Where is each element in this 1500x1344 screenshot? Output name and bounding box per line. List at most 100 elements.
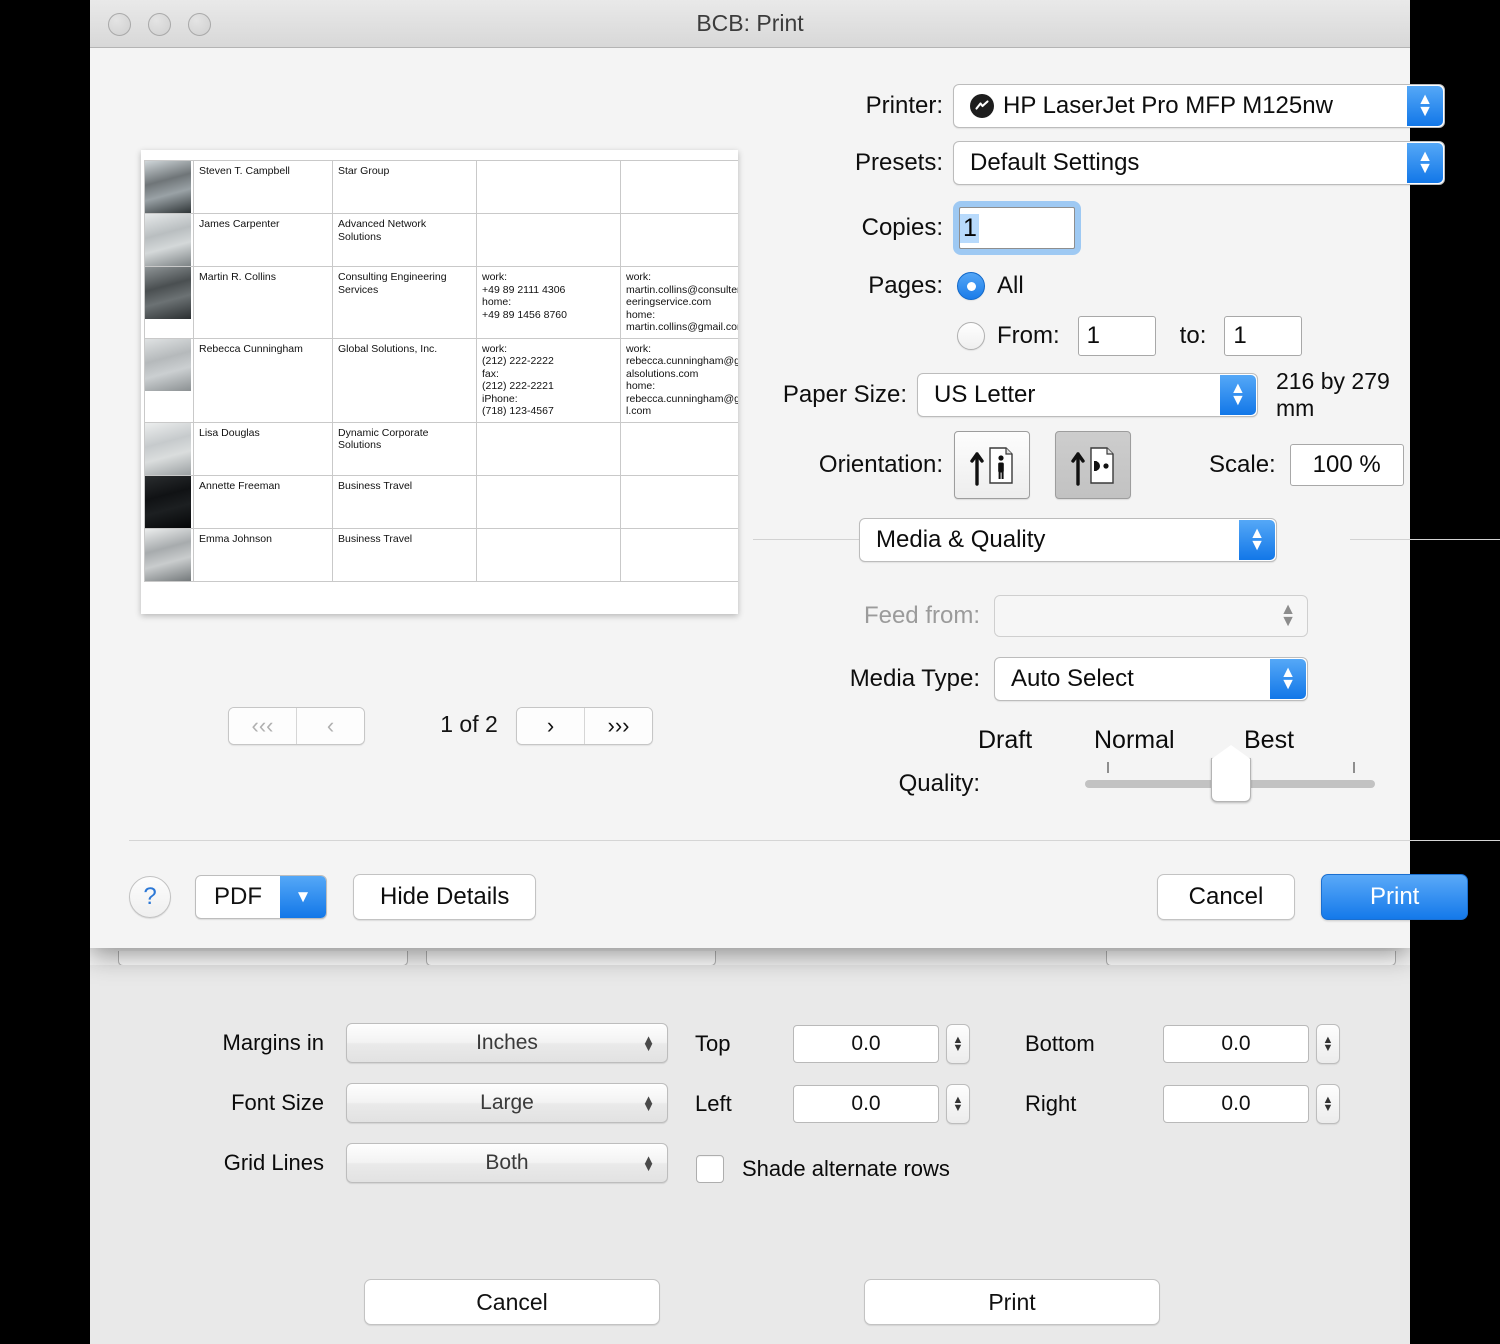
pager-prev-label: ‹ <box>327 713 334 739</box>
scale-input[interactable]: 100 % <box>1290 444 1404 486</box>
row-name-cell: Lisa Douglas <box>194 422 333 475</box>
pager-next-button[interactable]: › <box>517 708 584 744</box>
chevron-updown-icon: ▲▼ <box>1270 597 1306 635</box>
help-button[interactable]: ? <box>129 876 171 918</box>
font-size-row: Font Size Large ▲▼ <box>174 1083 668 1123</box>
pager-last-button[interactable]: ››› <box>584 708 652 744</box>
quality-tick-label-best: Best <box>1244 726 1294 755</box>
margin-top-stepper[interactable]: ▲▼ <box>946 1024 970 1064</box>
pages-from-value: 1 <box>1087 322 1100 350</box>
pages-range-row: From: 1 to: 1 <box>957 316 1302 356</box>
margin-right-input[interactable]: 0.0 <box>1163 1085 1309 1123</box>
pager-first-label: ‹‹‹ <box>252 713 274 739</box>
chevron-down-icon[interactable]: ▼ <box>280 876 326 918</box>
grid-lines-value: Both <box>485 1151 528 1175</box>
background-cancel-button[interactable]: Cancel <box>364 1279 660 1325</box>
margins-unit-select[interactable]: Inches ▲▼ <box>346 1023 668 1063</box>
hide-details-button[interactable]: Hide Details <box>353 874 536 920</box>
person-on-street-photo <box>145 267 191 319</box>
window-controls <box>108 13 211 36</box>
woman-in-white-coat-photo <box>145 529 191 581</box>
row-name-cell: Martin R. Collins <box>194 267 333 339</box>
cut-off-field-2[interactable] <box>426 951 716 966</box>
row-name-cell: Rebecca Cunningham <box>194 338 333 422</box>
pages-from-input[interactable]: 1 <box>1078 316 1156 356</box>
footer-divider <box>129 840 1500 841</box>
pages-all-radio[interactable] <box>957 272 985 300</box>
minimize-button[interactable] <box>148 13 171 36</box>
quality-tick-best <box>1353 762 1355 773</box>
margin-top-label: Top <box>695 1031 755 1057</box>
media-type-row: Media Type: Auto Select ▲▼ <box>750 657 1308 701</box>
presets-select[interactable]: Default Settings ▲▼ <box>953 141 1445 185</box>
pdf-label: PDF <box>196 876 280 918</box>
paper-size-select[interactable]: US Letter ▲▼ <box>917 373 1258 417</box>
paper-dimensions: 216 by 279 mm <box>1276 368 1410 422</box>
row-photo-cell <box>145 267 194 339</box>
margin-top-input[interactable]: 0.0 <box>793 1025 939 1063</box>
quality-slider[interactable] <box>1085 780 1375 788</box>
orientation-portrait-button[interactable] <box>954 431 1030 499</box>
paper-size-row: Paper Size: US Letter ▲▼ 216 by 279 mm <box>710 368 1410 422</box>
pages-to-input[interactable]: 1 <box>1224 316 1302 356</box>
pages-from-label: From: <box>997 322 1060 350</box>
row-photo-cell <box>145 338 194 422</box>
margin-bottom-stepper[interactable]: ▲▼ <box>1316 1024 1340 1064</box>
chevron-updown-icon: ▲▼ <box>642 1096 655 1110</box>
close-button[interactable] <box>108 13 131 36</box>
pager-prev-group: ‹‹‹ ‹ <box>228 707 365 745</box>
margin-top-value: 0.0 <box>851 1032 880 1056</box>
shade-alternate-rows-row[interactable]: Shade alternate rows <box>696 1155 950 1183</box>
row-name-cell: Annette Freeman <box>194 475 333 528</box>
media-type-select[interactable]: Auto Select ▲▼ <box>994 657 1308 701</box>
person-on-rocks-photo <box>145 214 191 266</box>
chevron-updown-icon: ▲▼ <box>1270 659 1306 699</box>
row-organization-cell: Dynamic Corporate Solutions <box>333 422 477 475</box>
font-size-select[interactable]: Large ▲▼ <box>346 1083 668 1123</box>
feed-from-select: ▲▼ <box>994 595 1308 637</box>
quality-tick-label-draft: Draft <box>978 726 1032 755</box>
row-email-cell <box>621 161 739 214</box>
copies-row: Copies: 1 <box>753 201 1081 255</box>
margin-bottom-input[interactable]: 0.0 <box>1163 1025 1309 1063</box>
margin-left-stepper[interactable]: ▲▼ <box>946 1084 970 1124</box>
pager-first-button[interactable]: ‹‹‹ <box>229 708 296 744</box>
cancel-button[interactable]: Cancel <box>1157 874 1295 920</box>
printer-select[interactable]: HP LaserJet Pro MFP M125nw ▲▼ <box>953 84 1445 128</box>
grid-lines-select[interactable]: Both ▲▼ <box>346 1143 668 1183</box>
pane-select[interactable]: Media & Quality ▲▼ <box>859 518 1277 562</box>
margin-bottom-row: Bottom 0.0 ▲▼ <box>1025 1024 1340 1064</box>
scale-value: 100 % <box>1313 451 1381 479</box>
person-on-cliff-photo <box>145 161 191 213</box>
printer-status-icon <box>970 94 994 118</box>
quality-slider-thumb[interactable] <box>1211 758 1251 802</box>
shade-alternate-rows-checkbox[interactable] <box>696 1155 724 1183</box>
pager-next-group: › ››› <box>516 707 653 745</box>
pages-to-label: to: <box>1180 322 1207 350</box>
pane-divider-right <box>1350 539 1500 540</box>
row-name-cell: Emma Johnson <box>194 528 333 581</box>
pdf-button[interactable]: PDF ▼ <box>195 875 327 919</box>
pager-prev-button[interactable]: ‹ <box>296 708 364 744</box>
row-organization-cell: Business Travel <box>333 475 477 528</box>
scale-label: Scale: <box>1209 451 1276 479</box>
dialog-titlebar[interactable]: BCB: Print <box>90 0 1410 48</box>
pager-status: 1 of 2 <box>414 711 524 738</box>
orientation-label: Orientation: <box>700 451 943 479</box>
pages-range-radio[interactable] <box>957 322 985 350</box>
margin-right-stepper[interactable]: ▲▼ <box>1316 1084 1340 1124</box>
pages-label: Pages: <box>753 272 943 300</box>
margin-left-input[interactable]: 0.0 <box>793 1085 939 1123</box>
quality-label: Quality: <box>790 770 980 798</box>
pages-all-label: All <box>997 272 1024 300</box>
shade-alternate-rows-label: Shade alternate rows <box>742 1156 950 1182</box>
orientation-landscape-button[interactable] <box>1055 431 1131 499</box>
background-print-label: Print <box>988 1289 1035 1316</box>
background-print-button[interactable]: Print <box>864 1279 1160 1325</box>
cut-off-field-1[interactable] <box>118 951 408 966</box>
zoom-button[interactable] <box>188 13 211 36</box>
print-button[interactable]: Print <box>1321 874 1468 920</box>
cut-off-field-3[interactable] <box>1106 951 1396 966</box>
copies-input[interactable]: 1 <box>959 207 1075 249</box>
table-row: Annette FreemanBusiness Travel <box>145 475 739 528</box>
